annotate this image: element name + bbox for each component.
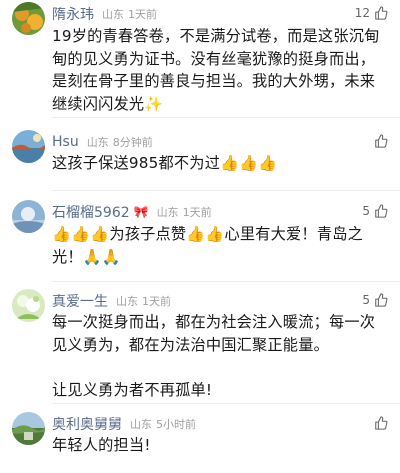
user-badge: 🎀 [133, 205, 149, 219]
location: 山东 [156, 206, 179, 219]
location: 山东 [130, 418, 152, 431]
avatar[interactable] [12, 412, 45, 445]
divider [52, 117, 400, 118]
divider [52, 403, 400, 404]
timestamp: 1天前 [182, 206, 212, 219]
like-count: 5 [362, 293, 370, 307]
comment-text: 年轻人的担当! [52, 436, 151, 454]
like-count: 12 [354, 6, 370, 20]
location: 山东 [102, 8, 124, 21]
timestamp: 8分钟前 [112, 136, 153, 149]
like-button[interactable]: 5 [362, 204, 388, 218]
timestamp: 1天前 [128, 8, 157, 21]
divider [52, 281, 400, 282]
comment-text: 每一次挺身而出，都在为社会注入暖流；每一次见义勇为，都在为法治中国汇聚正能量。 … [52, 313, 376, 399]
avatar[interactable] [12, 200, 45, 233]
thumb-up-icon [375, 416, 388, 430]
like-button[interactable] [370, 134, 388, 148]
like-count: 5 [362, 204, 370, 218]
divider [52, 190, 400, 191]
thumb-up-icon [375, 293, 388, 307]
location: 山东 [86, 136, 109, 149]
comment-item: 石榴榴5962 🎀 山东 1天前 5 👍👍👍为孩子点赞👍👍心里有大爱！青岛之光！… [0, 196, 400, 284]
username[interactable]: Hsu [52, 134, 79, 150]
username[interactable]: 隋永玮 [52, 4, 94, 24]
comment-item: 隋永玮 山东 1天前 12 19岁的青春答卷，不是满分试卷，而是这张沉甸甸的见义… [0, 0, 400, 128]
comment-item: Hsu 山东 8分钟前 这孩子保送985都不为过👍👍👍 [0, 126, 400, 192]
like-button[interactable] [370, 416, 388, 430]
username[interactable]: 石榴榴5962 [52, 202, 130, 222]
avatar[interactable] [12, 2, 45, 35]
thumb-up-icon [375, 204, 388, 218]
comment-text: 这孩子保送985都不为过👍👍👍 [52, 154, 278, 172]
comment-text: 👍👍👍为孩子点赞👍👍心里有大爱！青岛之光！🙏🙏 [52, 225, 363, 266]
like-button[interactable]: 12 [355, 6, 388, 20]
avatar[interactable] [12, 130, 45, 163]
comment-text: 19岁的青春答卷，不是满分试卷，而是这张沉甸甸的见义勇为证书。没有丝毫犹豫的挺身… [52, 27, 380, 113]
username[interactable]: 真爱一生 [52, 291, 108, 311]
avatar[interactable] [12, 289, 45, 322]
thumb-up-icon [375, 6, 388, 20]
thumb-up-icon [375, 134, 388, 148]
location: 山东 [116, 295, 138, 308]
like-button[interactable]: 5 [362, 293, 388, 307]
comment-item: 奥利奥舅舅 山东 5小时前 年轻人的担当! [0, 408, 400, 473]
comment-item: 真爱一生 山东 1天前 5 每一次挺身而出，都在为社会注入暖流；每一次见义勇为，… [0, 285, 400, 405]
timestamp: 5小时前 [156, 418, 196, 431]
timestamp: 1天前 [142, 295, 171, 308]
username[interactable]: 奥利奥舅舅 [52, 414, 122, 434]
